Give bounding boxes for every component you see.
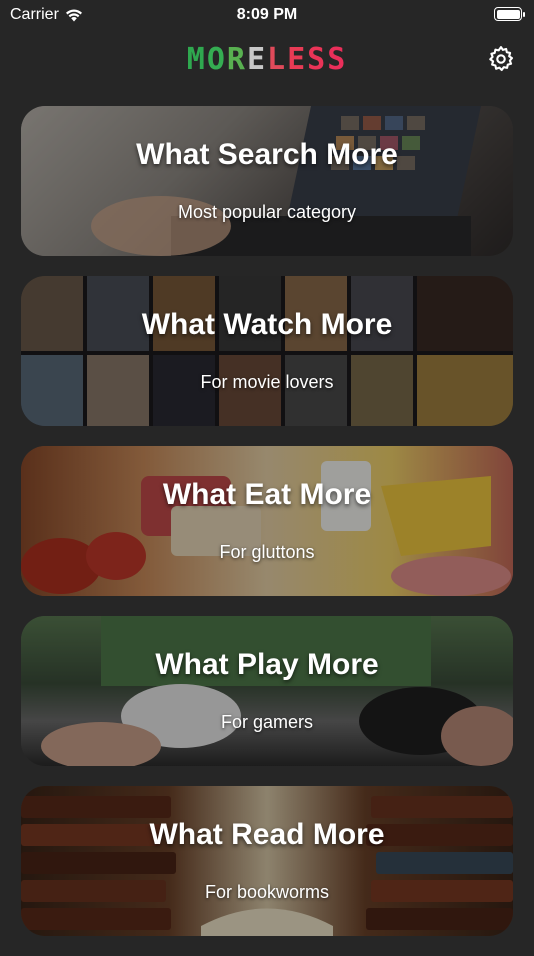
- card-subtitle: Most popular category: [177, 202, 357, 222]
- logo-letter: E: [287, 42, 308, 77]
- gear-icon: [489, 46, 514, 72]
- card-subtitle: For gluttons: [219, 542, 315, 562]
- card-title: What Read More: [149, 818, 385, 851]
- logo-letter: O: [206, 42, 227, 77]
- logo-letter: S: [307, 42, 328, 77]
- card-subtitle: For bookworms: [204, 882, 330, 902]
- card-title: What Search More: [136, 138, 398, 171]
- category-list: What Search More Most popular category W…: [21, 106, 513, 956]
- card-subtitle: For movie lovers: [200, 372, 334, 392]
- category-card-watch[interactable]: What Watch More For movie lovers: [21, 276, 513, 426]
- category-card-read[interactable]: What Read More For bookworms: [21, 786, 513, 936]
- category-card-eat[interactable]: What Eat More For gluttons: [21, 446, 513, 596]
- category-card-search[interactable]: What Search More Most popular category: [21, 106, 513, 256]
- category-card-play[interactable]: What Play More For gamers: [21, 616, 513, 766]
- card-title: What Play More: [155, 648, 379, 681]
- logo-letter: L: [267, 42, 288, 77]
- logo-letter: S: [327, 42, 348, 77]
- battery-icon: [494, 7, 525, 21]
- status-time: 8:09 PM: [236, 6, 298, 23]
- status-bar: Carrier 8:09 PM: [0, 0, 534, 30]
- card-title: What Watch More: [141, 308, 393, 341]
- logo-letter: M: [186, 42, 207, 77]
- card-title: What Eat More: [162, 478, 372, 511]
- app-logo: MORELESS: [0, 42, 534, 77]
- logo-letter: R: [226, 42, 247, 77]
- app-header: MORELESS: [0, 30, 534, 94]
- logo-letter: E: [246, 42, 267, 77]
- settings-button[interactable]: [486, 44, 516, 74]
- card-subtitle: For gamers: [220, 712, 314, 732]
